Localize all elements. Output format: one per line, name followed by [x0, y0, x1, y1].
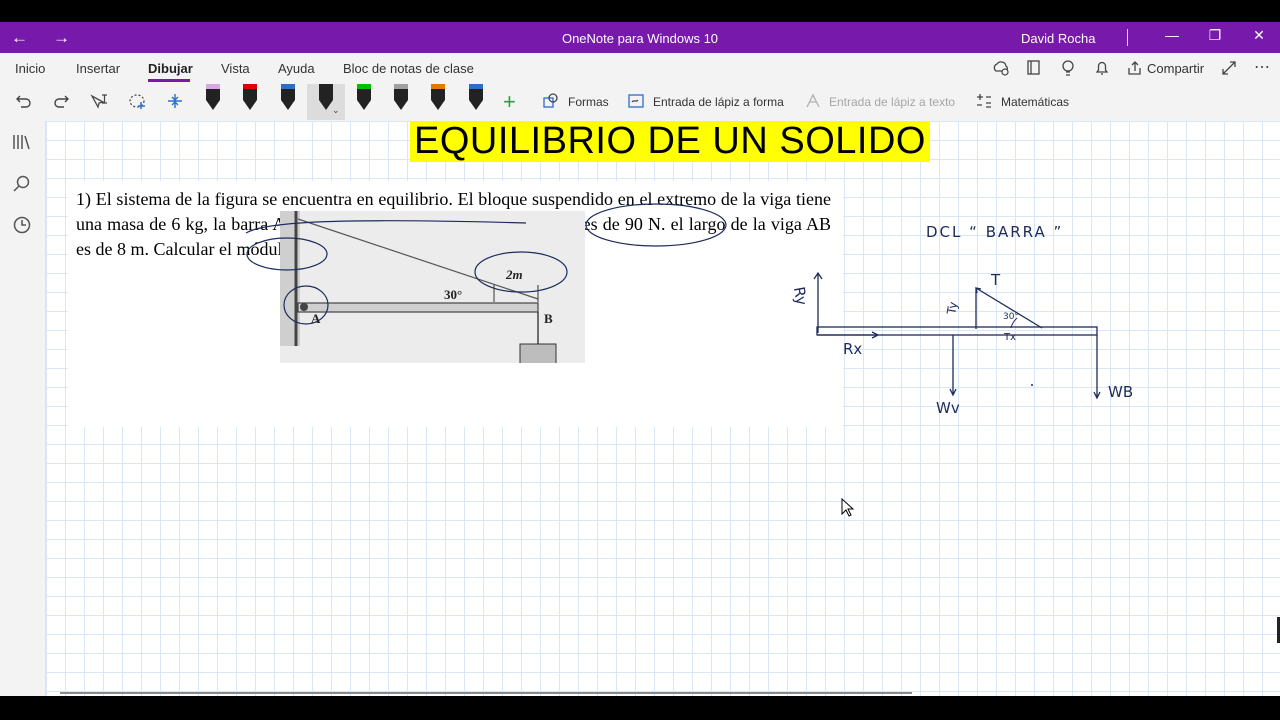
ink-circle-weight: [585, 203, 727, 247]
free-body-diagram: [813, 271, 1101, 400]
pen-7-body: [431, 89, 445, 100]
lasso-select-icon[interactable]: [128, 92, 148, 115]
pen-5-tip: [357, 100, 371, 110]
pen-3[interactable]: [278, 84, 298, 114]
pen-4-tip: [319, 100, 333, 110]
dcl-label-angle: 30°: [1003, 312, 1019, 322]
ribbon-tabs: Inicio Insertar Dibujar Vista Ayuda Bloc…: [0, 53, 1280, 84]
add-space-icon[interactable]: [166, 92, 184, 115]
active-tab-indicator: [148, 79, 190, 82]
tab-ayuda[interactable]: Ayuda: [278, 61, 315, 76]
pen-1-tip: [206, 100, 220, 110]
pen-8[interactable]: [466, 84, 486, 114]
redo-icon[interactable]: [52, 92, 70, 115]
pen-8-tip: [469, 100, 483, 110]
dcl-label-ty: Ty: [944, 300, 961, 316]
tab-dibujar[interactable]: Dibujar: [148, 61, 193, 76]
pen-8-body: [469, 89, 483, 100]
pen-2-body: [243, 89, 257, 100]
ink-to-text-button: Entrada de lápiz a texto: [829, 95, 956, 109]
type-select-icon[interactable]: [90, 92, 110, 115]
search-icon[interactable]: [12, 174, 32, 199]
ink-to-text-icon: [804, 92, 824, 115]
dcl-title: DCL “ BARRA ”: [926, 223, 1064, 241]
lightbulb-icon[interactable]: [1060, 59, 1076, 81]
dcl-label-rx: Rx: [843, 340, 863, 358]
more-options-icon[interactable]: ⋯: [1254, 57, 1270, 77]
pen-6[interactable]: [391, 84, 411, 114]
pen-2[interactable]: [240, 84, 260, 114]
bottom-frame: [0, 696, 1280, 720]
horizontal-scrollbar[interactable]: [60, 692, 912, 694]
pen-3-tip: [281, 100, 295, 110]
left-nav-rail: [0, 121, 46, 696]
pen-dropdown-chevron-icon[interactable]: ⌄: [332, 105, 340, 116]
sync-icon[interactable]: [992, 59, 1010, 81]
dcl-label-wb: WB: [1108, 383, 1134, 401]
pen-3-body: [281, 89, 295, 100]
dcl-label-t: T: [991, 271, 1001, 289]
tab-insertar[interactable]: Insertar: [76, 61, 120, 76]
pen-2-tip: [243, 100, 257, 110]
draw-toolbar: ⌄ + Formas Entrada de lápiz a forma Entr…: [0, 84, 1280, 122]
dcl-label-tx: Tx: [1004, 332, 1017, 343]
share-button[interactable]: Compartir: [1147, 61, 1204, 76]
figure-point-b: B: [544, 311, 553, 326]
ink-to-shape-icon[interactable]: [627, 92, 647, 115]
mouse-cursor-icon: [841, 498, 855, 517]
user-name[interactable]: David Rocha: [1021, 31, 1095, 46]
pen-1-body: [206, 89, 220, 100]
minimize-button[interactable]: —: [1162, 27, 1182, 43]
share-icon[interactable]: [1127, 59, 1143, 81]
close-button[interactable]: ✕: [1249, 27, 1269, 44]
expand-icon[interactable]: [1221, 59, 1237, 81]
math-icon[interactable]: [975, 92, 993, 115]
add-pen-icon[interactable]: +: [503, 89, 516, 115]
title-separator: [1127, 29, 1128, 46]
ink-circle-length: [246, 237, 328, 271]
undo-icon[interactable]: [15, 92, 33, 115]
notebooks-icon[interactable]: [12, 133, 32, 156]
pen-7-tip: [431, 100, 445, 110]
title-bar: ← → OneNote para Windows 10 David Rocha …: [0, 22, 1280, 53]
pen-6-body: [394, 89, 408, 100]
dcl-label-wv: Wv: [936, 399, 960, 417]
ink-annotations: [245, 203, 727, 271]
pen-4-body: [319, 89, 333, 100]
figure-point-a: A: [311, 311, 321, 326]
pen-6-tip: [394, 100, 408, 110]
restore-button[interactable]: ❐: [1205, 27, 1225, 44]
math-button[interactable]: Matemáticas: [1001, 95, 1069, 109]
ink-underline-stroke: [245, 220, 527, 234]
shapes-icon[interactable]: [542, 92, 560, 115]
pen-5[interactable]: [354, 84, 374, 114]
shapes-button[interactable]: Formas: [568, 95, 609, 109]
recent-clock-icon[interactable]: [12, 215, 32, 240]
tab-bloc-notas-clase[interactable]: Bloc de notas de clase: [343, 61, 474, 76]
pen-1[interactable]: [203, 84, 223, 114]
bell-icon[interactable]: [1094, 59, 1110, 81]
tab-vista[interactable]: Vista: [221, 61, 250, 76]
tab-inicio[interactable]: Inicio: [15, 61, 45, 76]
page-canvas[interactable]: EQUILIBRIO DE UN SOLIDO 1) El sistema de…: [46, 121, 1280, 696]
dcl-label-ry: Ry: [789, 285, 811, 307]
notebook-icon[interactable]: [1026, 59, 1042, 81]
pen-7[interactable]: [428, 84, 448, 114]
pen-5-body: [357, 89, 371, 100]
ink-to-shape-button[interactable]: Entrada de lápiz a forma: [653, 95, 784, 109]
